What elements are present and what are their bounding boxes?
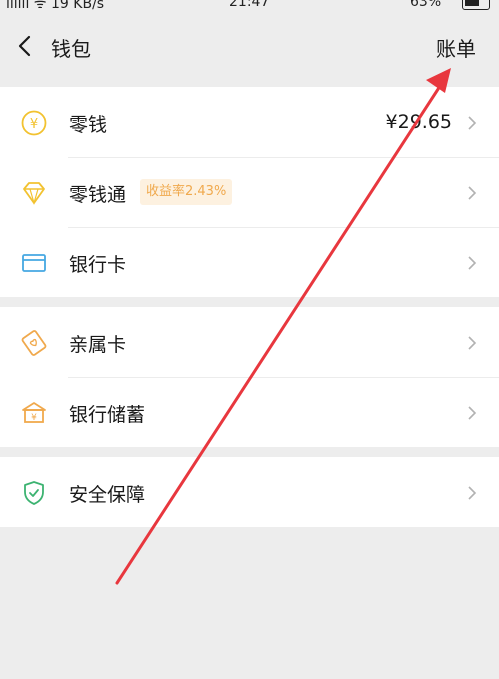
bank-card-icon (22, 254, 46, 272)
nav-bar: 钱包 账单 (0, 14, 499, 80)
yuan-coin-icon: ¥ (21, 110, 47, 136)
wallet-group-security: 安全保障 (0, 457, 499, 527)
wallet-group-family: 亲属卡 ¥ 银行储蓄 (0, 307, 499, 447)
list-item-family-card[interactable]: 亲属卡 (0, 307, 499, 377)
list-item-change[interactable]: ¥ 零钱 ¥29.65 (0, 87, 499, 157)
status-time: 21:47 (229, 0, 270, 10)
page-title: 钱包 (51, 37, 91, 61)
list-item-label: 零钱 (69, 114, 108, 136)
list-item-label: 零钱通 (69, 184, 127, 206)
list-item-lingqiantong[interactable]: 零钱通 收益率2.43% (0, 157, 499, 227)
svg-text:¥: ¥ (31, 413, 37, 423)
svg-text:¥: ¥ (30, 117, 38, 132)
list-item-label: 安全保障 (69, 484, 146, 506)
back-arrow-icon[interactable] (14, 34, 38, 58)
chevron-right-icon (468, 336, 477, 350)
chevron-right-icon (468, 256, 477, 270)
list-item-label: 银行卡 (69, 254, 127, 276)
list-item-label: 银行储蓄 (69, 404, 146, 426)
list-item-bank-savings[interactable]: ¥ 银行储蓄 (0, 377, 499, 447)
shield-icon (24, 481, 44, 505)
family-card-icon (21, 330, 47, 356)
status-bar: ıllıll ᯤ 19 KB/s 21:47 63% (0, 0, 499, 14)
yield-rate-badge: 收益率2.43% (140, 179, 233, 205)
status-signal-speed: ıllıll ᯤ 19 KB/s (6, 0, 105, 12)
wallet-group-balance: ¥ 零钱 ¥29.65 零钱通 收益率2.43% 银行卡 (0, 87, 499, 297)
chevron-right-icon (468, 406, 477, 420)
list-item-security[interactable]: 安全保障 (0, 457, 499, 527)
change-balance-value: ¥29.65 (385, 111, 452, 133)
bank-savings-icon: ¥ (22, 402, 46, 423)
battery-icon (462, 0, 490, 10)
chevron-right-icon (468, 116, 477, 130)
status-battery-text: 63% (410, 0, 442, 10)
chevron-right-icon (468, 486, 477, 500)
bill-button[interactable]: 账单 (436, 33, 476, 62)
list-item-bank-card[interactable]: 银行卡 (0, 227, 499, 297)
chevron-right-icon (468, 186, 477, 200)
list-item-label: 亲属卡 (69, 334, 127, 356)
diamond-icon (23, 182, 45, 206)
